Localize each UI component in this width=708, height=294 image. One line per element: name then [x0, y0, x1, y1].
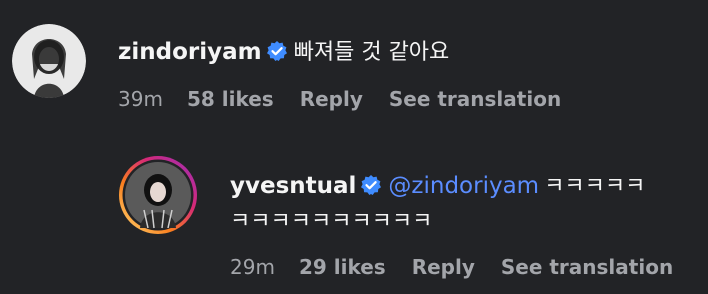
comments-thread: zindoriyam 빠져들 것 같아요 39m 58 likes Reply S…: [0, 0, 708, 294]
avatar-zindoriyam[interactable]: [12, 24, 86, 98]
comment-meta: 39m 58 likes Reply See translation: [118, 87, 587, 111]
see-translation-button[interactable]: See translation: [501, 255, 673, 279]
reply-button[interactable]: Reply: [300, 87, 363, 111]
reply-line-2: ㅋㅋㅋㅋㅋㅋㅋㅋㅋㅋ: [230, 203, 432, 235]
avatar-yvesntual[interactable]: [118, 155, 198, 235]
avatar-image-story-ring: [119, 156, 197, 234]
timestamp: 29m: [230, 255, 275, 279]
avatar-image: [12, 24, 86, 98]
comment-text-line2: ㅋㅋㅋㅋㅋㅋㅋㅋㅋㅋ: [230, 209, 433, 234]
see-translation-button[interactable]: See translation: [389, 87, 561, 111]
comment-text-line1: ㅋㅋㅋㅋㅋ: [544, 174, 646, 199]
mention-link[interactable]: @zindoriyam: [388, 173, 539, 199]
comment-text: 빠져들 것 같아요: [293, 40, 450, 65]
username-link[interactable]: zindoriyam: [118, 39, 262, 65]
timestamp: 39m: [118, 87, 163, 111]
reply-line-1: yvesntual @zindoriyam ㅋㅋㅋㅋㅋ: [230, 168, 645, 200]
verified-badge-icon: [266, 40, 288, 66]
username-link[interactable]: yvesntual: [230, 173, 356, 199]
reply-button[interactable]: Reply: [412, 255, 475, 279]
reply-meta: 29m 29 likes Reply See translation: [230, 255, 699, 279]
comment-line: zindoriyam 빠져들 것 같아요: [118, 34, 449, 66]
likes-count[interactable]: 29 likes: [299, 255, 386, 279]
likes-count[interactable]: 58 likes: [187, 87, 274, 111]
verified-badge-icon: [360, 174, 382, 200]
